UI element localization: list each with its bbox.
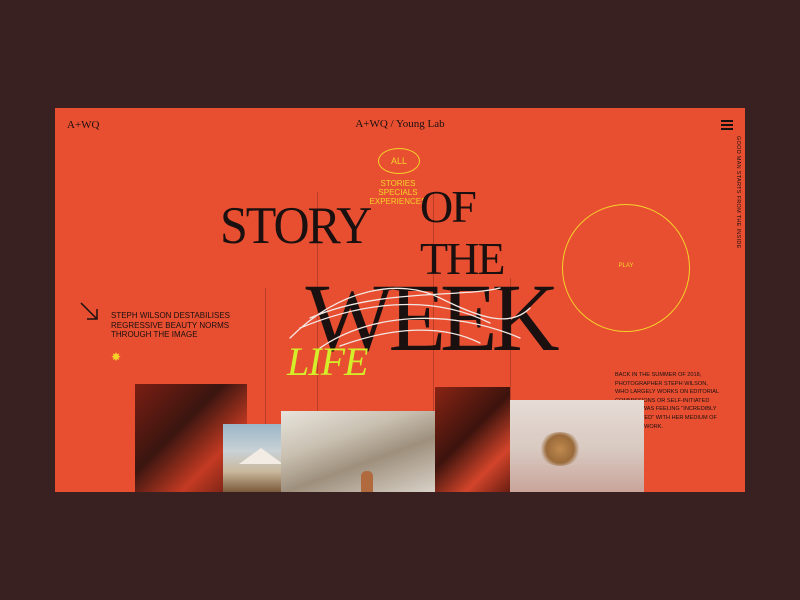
photo-dune-figure[interactable] <box>281 411 436 492</box>
filter-all-button[interactable]: ALL <box>378 148 420 174</box>
hair-shape <box>538 432 582 466</box>
headline-of: OF <box>420 181 477 232</box>
play-button[interactable]: PLAY <box>562 204 690 332</box>
author-blurb[interactable]: STEPH WILSON DESTABILISES REGRESSIVE BEA… <box>111 311 241 340</box>
photo-red-portrait-2[interactable] <box>435 387 510 492</box>
play-label: PLAY <box>618 263 634 269</box>
figure-shape <box>361 471 373 492</box>
site-title[interactable]: A+WQ / Young Lab <box>55 118 745 130</box>
sunburst-icon: ✸ <box>111 350 122 364</box>
photo-desert-tent[interactable] <box>223 424 281 492</box>
hamburger-menu-icon[interactable] <box>721 120 733 130</box>
photo-woman-hair[interactable] <box>510 400 644 492</box>
headline-accent-life: LIFE <box>287 339 368 384</box>
vertical-tagline: GOOD MAN STARTS FROM THE INSIDE <box>735 136 741 249</box>
arrow-down-right-icon <box>80 302 98 320</box>
tent-shape <box>239 448 281 464</box>
page-canvas: A+WQ A+WQ / Young Lab GOOD MAN STARTS FR… <box>55 108 745 492</box>
headline-story: STORY <box>220 195 372 255</box>
